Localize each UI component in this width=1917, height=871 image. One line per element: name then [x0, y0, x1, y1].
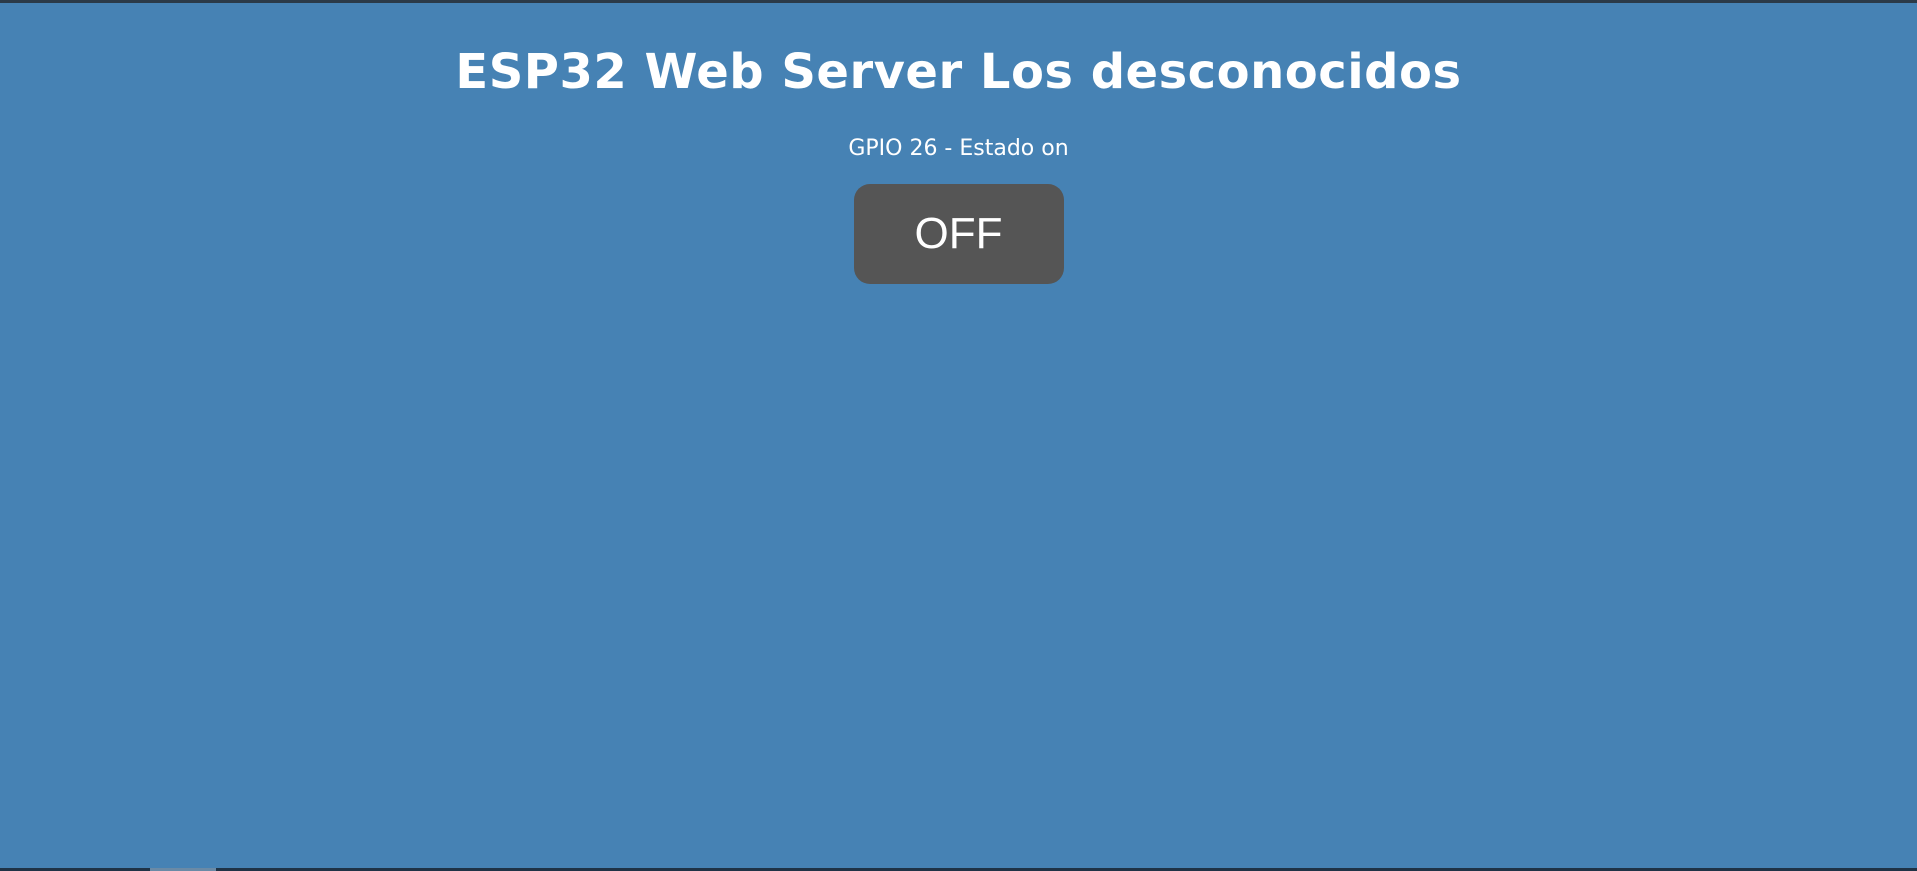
- page-title: ESP32 Web Server Los desconocidos: [455, 44, 1462, 100]
- window-top-border: [0, 0, 1917, 3]
- main-content: ESP32 Web Server Los desconocidos GPIO 2…: [0, 0, 1917, 284]
- gpio-toggle-button[interactable]: OFF: [853, 184, 1064, 284]
- gpio-status-text: GPIO 26 - Estado on: [848, 136, 1069, 161]
- page-body: { "page": { "title": "ESP32 Web Server L…: [0, 0, 1917, 871]
